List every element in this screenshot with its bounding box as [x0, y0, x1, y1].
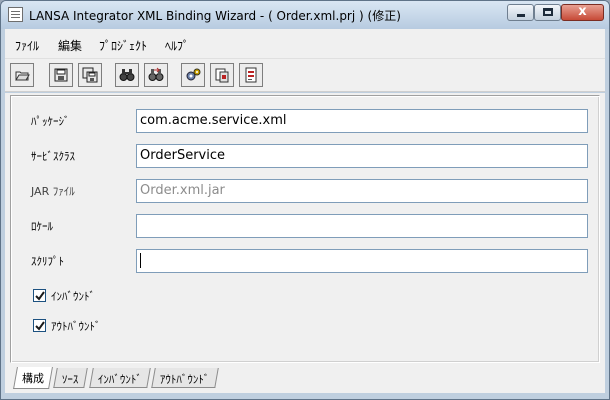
- generate-icon: [215, 68, 229, 83]
- generate-button[interactable]: [210, 63, 234, 87]
- checkmark-icon: [35, 291, 45, 301]
- window-title: LANSA Integrator XML Binding Wizard - ( …: [29, 9, 401, 23]
- inbound-label: ｲﾝﾊﾞｳﾝﾄﾞ: [51, 290, 95, 303]
- tab-source-label: ｿｰｽ: [61, 373, 79, 386]
- save-icon: [54, 68, 68, 82]
- wizard-window: LANSA Integrator XML Binding Wizard - ( …: [0, 0, 610, 400]
- open-button[interactable]: [10, 63, 34, 87]
- settings-button[interactable]: [181, 63, 205, 87]
- replace-button[interactable]: [144, 63, 168, 87]
- tab-outbound-label: ｱｳﾄﾊﾞｳﾝﾄﾞ: [159, 373, 210, 386]
- outbound-checkbox[interactable]: [33, 319, 46, 332]
- replace-icon: [148, 67, 164, 81]
- tab-configuration[interactable]: 構成: [13, 367, 53, 389]
- build-icon: [245, 67, 257, 83]
- jar-file-label: JAR ﾌｧｲﾙ: [31, 185, 75, 198]
- script-input[interactable]: [136, 249, 588, 273]
- build-button[interactable]: [239, 63, 263, 87]
- menu-help[interactable]: ﾍﾙﾌﾟ: [165, 37, 189, 54]
- settings-icon: [186, 68, 201, 81]
- tab-inbound[interactable]: ｲﾝﾊﾞｳﾝﾄﾞ: [89, 368, 151, 388]
- tab-source[interactable]: ｿｰｽ: [53, 368, 88, 388]
- checkmark-icon: [35, 321, 45, 331]
- tab-outbound[interactable]: ｱｳﾄﾊﾞｳﾝﾄﾞ: [151, 368, 219, 388]
- title-bar[interactable]: LANSA Integrator XML Binding Wizard - ( …: [1, 1, 609, 29]
- text-caret: [140, 253, 141, 268]
- minimize-icon: [517, 14, 525, 17]
- maximize-button[interactable]: [534, 4, 561, 21]
- menu-bar: ﾌｧｲﾙ 編集 ﾌﾟﾛｼﾞｪｸﾄ ﾍﾙﾌﾟ: [5, 29, 605, 59]
- tab-inbound-label: ｲﾝﾊﾞｳﾝﾄﾞ: [97, 373, 142, 386]
- toolbar: [5, 59, 605, 92]
- content-area: ﾊﾟｯｹｰｼﾞ com.acme.service.xml ｻｰﾋﾞｽｸﾗｽ Or…: [5, 93, 605, 367]
- open-folder-icon: [15, 71, 30, 81]
- package-input[interactable]: com.acme.service.xml: [136, 109, 588, 133]
- service-class-label: ｻｰﾋﾞｽｸﾗｽ: [31, 150, 75, 163]
- maximize-icon: [543, 8, 553, 16]
- find-icon: [119, 69, 135, 81]
- locale-input[interactable]: [136, 214, 588, 238]
- outbound-label: ｱｳﾄﾊﾞｳﾝﾄﾞ: [51, 320, 101, 333]
- menu-project[interactable]: ﾌﾟﾛｼﾞｪｸﾄ: [99, 37, 147, 54]
- save-all-button[interactable]: [78, 63, 102, 87]
- configuration-panel: ﾊﾟｯｹｰｼﾞ com.acme.service.xml ｻｰﾋﾞｽｸﾗｽ Or…: [10, 95, 600, 363]
- app-icon: [8, 7, 23, 22]
- service-class-input[interactable]: OrderService: [136, 144, 588, 168]
- tab-configuration-label: 構成: [22, 372, 44, 385]
- jar-file-input[interactable]: Order.xml.jar: [136, 179, 588, 203]
- find-button[interactable]: [115, 63, 139, 87]
- save-button[interactable]: [49, 63, 73, 87]
- close-icon: x: [578, 4, 587, 19]
- menu-edit[interactable]: 編集: [58, 37, 82, 54]
- package-label: ﾊﾟｯｹｰｼﾞ: [31, 115, 70, 128]
- menu-file[interactable]: ﾌｧｲﾙ: [15, 37, 39, 54]
- save-all-icon: [82, 67, 98, 83]
- inbound-checkbox[interactable]: [33, 289, 46, 302]
- locale-label: ﾛｹｰﾙ: [31, 220, 53, 233]
- tab-strip: 構成 ｿｰｽ ｲﾝﾊﾞｳﾝﾄﾞ ｱｳﾄﾊﾞｳﾝﾄﾞ: [5, 367, 605, 393]
- close-button[interactable]: x: [561, 4, 604, 21]
- script-label: ｽｸﾘﾌﾟﾄ: [31, 255, 64, 268]
- minimize-button[interactable]: [507, 4, 534, 21]
